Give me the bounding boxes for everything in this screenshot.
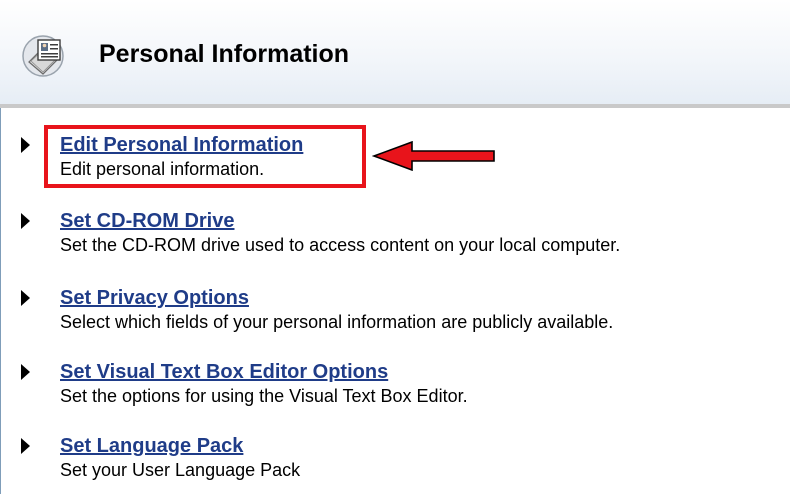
item-description: Set the CD-ROM drive used to access cont… (60, 235, 621, 255)
item-description: Set the options for using the Visual Tex… (60, 386, 468, 406)
triangle-bullet-icon (21, 364, 30, 380)
item-description: Set your User Language Pack (60, 460, 301, 480)
list-item-set-privacy-options: Set Privacy Options Select which fields … (0, 287, 790, 347)
list-item-set-visual-text-box-editor-options: Set Visual Text Box Editor Options Set t… (0, 361, 790, 421)
list-item-set-cd-rom-drive: Set CD-ROM Drive Set the CD-ROM drive us… (0, 210, 790, 270)
set-language-pack-link[interactable]: Set Language Pack (60, 435, 243, 458)
set-visual-text-box-editor-options-link[interactable]: Set Visual Text Box Editor Options (60, 361, 388, 384)
set-privacy-options-link[interactable]: Set Privacy Options (60, 287, 249, 310)
triangle-bullet-icon (21, 438, 30, 454)
triangle-bullet-icon (21, 290, 30, 306)
set-cd-rom-drive-link[interactable]: Set CD-ROM Drive (60, 210, 234, 233)
highlight-box (44, 125, 366, 188)
triangle-bullet-icon (21, 137, 30, 153)
page-title: Personal Information (99, 40, 350, 68)
item-description: Select which fields of your personal inf… (60, 312, 614, 332)
triangle-bullet-icon (21, 213, 30, 229)
red-arrow-pointing-left-icon (372, 141, 495, 171)
personal-info-card-icon (22, 35, 64, 77)
list-item-set-language-pack: Set Language Pack Set your User Language… (0, 435, 790, 495)
header-divider (0, 104, 790, 108)
page-header: Personal Information (0, 0, 790, 104)
